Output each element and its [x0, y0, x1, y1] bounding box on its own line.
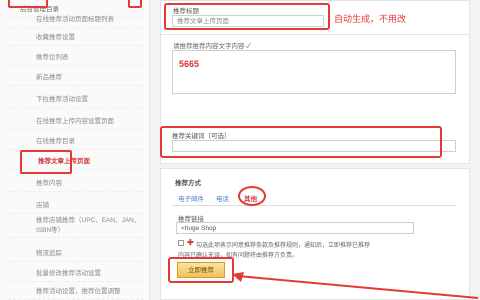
submit-highlight [168, 257, 234, 283]
title-highlight [164, 3, 330, 30]
tab-email[interactable]: 电子邮件 [178, 193, 204, 203]
sidebar-top-highlight-2 [128, 0, 142, 8]
sidebar-item[interactable]: 在线推荐目录 [8, 134, 144, 150]
tab-highlight [238, 186, 266, 206]
tab-phone[interactable]: 电话 [216, 193, 229, 203]
sidebar-item[interactable]: 推荐活动设置，推荐位置调整 [8, 284, 144, 300]
method-label: 推荐方式 [175, 180, 201, 187]
tab-bar [172, 190, 456, 206]
sidebar-item[interactable]: 推荐店铺推荐（UPC、EAN、JAN、ISBN等） [8, 216, 144, 238]
sidebar-item[interactable]: 推荐位列表 [8, 50, 144, 66]
sidebar-item[interactable]: 在线推荐活动页面标题列表 [8, 12, 144, 28]
sidebar-item[interactable]: 新品推荐 [8, 70, 144, 86]
arrow-icon [232, 272, 479, 299]
link-input[interactable]: <huge Shop [176, 222, 414, 234]
sidebar-item[interactable]: 在线推荐上传内容设置页面 [8, 114, 144, 130]
sidebar-item[interactable]: 下拉推荐活动设置 [8, 92, 144, 108]
sidebar-item[interactable]: 收藏推荐设置 [8, 30, 144, 46]
sidebar-item[interactable]: 物流追踪 [8, 246, 144, 262]
sidebar-item[interactable]: 推荐内容 [8, 176, 144, 192]
sidebar-item[interactable]: 店铺 [8, 198, 144, 214]
sidebar-active-highlight [20, 150, 72, 174]
plus-icon: ✚ [187, 238, 194, 247]
agree-checkbox[interactable] [178, 240, 184, 246]
auto-generate-note: 自动生成，不用改 [334, 14, 407, 24]
content-label: 请推荐推荐内容文字内容 ✓ [173, 43, 251, 50]
agree-text: 勾选此项表示同意推荐条款及推荐规则，通知后，立即推荐已推荐 [196, 243, 371, 249]
sidebar-top-highlight [8, 0, 48, 8]
keyword-highlight [160, 126, 442, 158]
content-text: 5665 [179, 59, 200, 69]
sidebar-item[interactable]: 批量修改推荐活动设置 [8, 266, 144, 282]
content-textarea[interactable]: 5665 [172, 50, 456, 94]
